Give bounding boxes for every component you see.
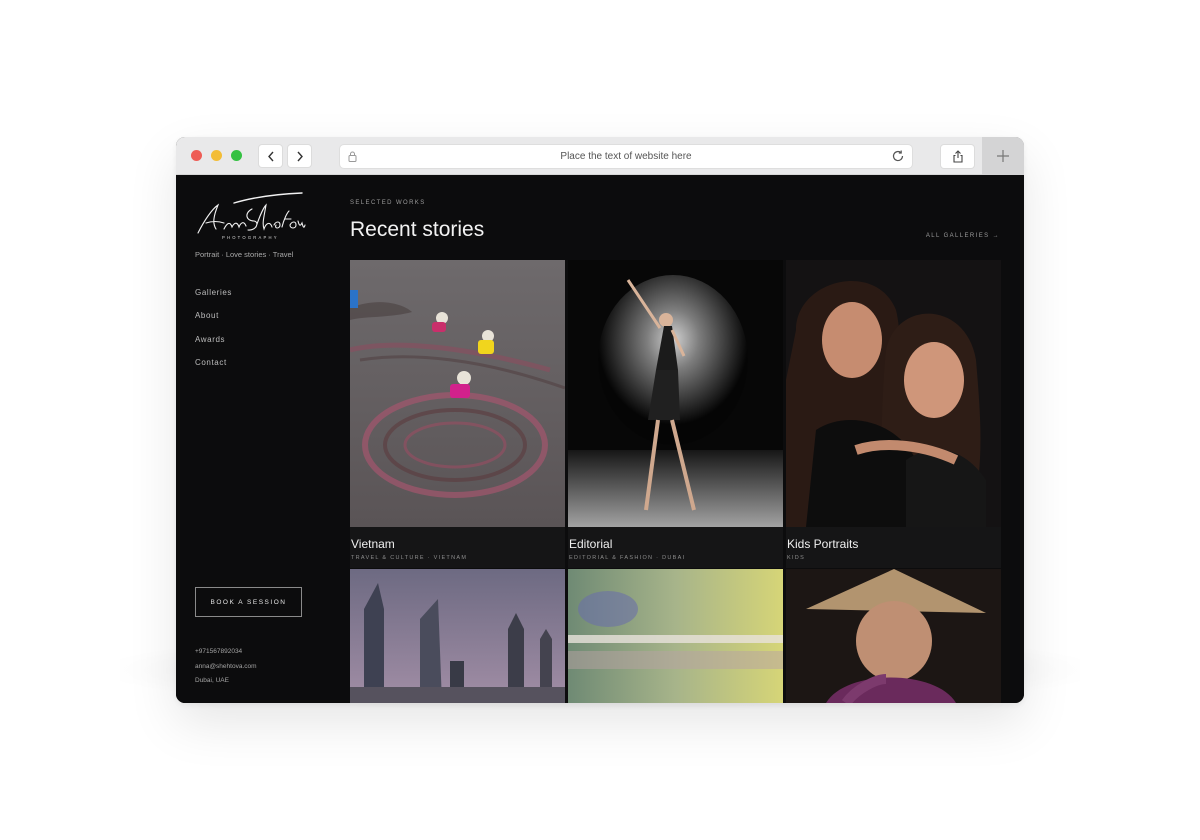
contact-location: Dubai, UAE xyxy=(195,677,229,684)
browser-window: Place the text of website here PHOTOGRAP… xyxy=(176,137,1024,703)
contact-email[interactable]: anna@shehtova.com xyxy=(195,660,257,675)
editorial-photo xyxy=(568,260,783,527)
minimize-window-button[interactable] xyxy=(211,150,222,161)
nav-item-galleries[interactable]: Galleries xyxy=(195,288,232,311)
card-subtitle: TRAVEL & CULTURE · VIETNAM xyxy=(351,555,468,561)
gallery-card-kids-portraits[interactable]: Kids Portraits KIDS xyxy=(786,260,1001,568)
logo-subtext: PHOTOGRAPHY xyxy=(222,235,279,240)
nav-item-awards[interactable]: Awards xyxy=(195,335,232,358)
back-button[interactable] xyxy=(259,145,282,167)
card-title: Vietnam xyxy=(351,537,395,551)
section-eyebrow: SELECTED WORKS xyxy=(350,200,426,206)
sidebar: PHOTOGRAPHY Portrait · Love stories · Tr… xyxy=(176,175,336,703)
gallery-card-motion[interactable] xyxy=(568,569,783,703)
tagline: Portrait · Love stories · Travel xyxy=(195,250,294,259)
close-window-button[interactable] xyxy=(191,150,202,161)
address-bar[interactable]: Place the text of website here xyxy=(340,145,912,168)
browser-toolbar: Place the text of website here xyxy=(176,137,1024,175)
skyline-photo xyxy=(350,569,565,703)
gallery-card-dubai-skyline[interactable] xyxy=(350,569,565,703)
chevron-right-icon xyxy=(296,151,303,161)
website-page: PHOTOGRAPHY Portrait · Love stories · Tr… xyxy=(176,175,1024,703)
new-tab-button[interactable] xyxy=(982,137,1024,175)
elder-portrait-photo xyxy=(786,569,1001,703)
nav-item-contact[interactable]: Contact xyxy=(195,358,232,381)
plus-icon xyxy=(997,150,1009,162)
chevron-left-icon xyxy=(267,151,274,161)
lock-icon xyxy=(348,151,357,162)
share-icon xyxy=(952,150,963,163)
main-nav: Galleries About Awards Contact xyxy=(195,288,232,382)
contact-info: +971567892034 anna@shehtova.com Dubai, U… xyxy=(195,645,257,689)
share-button[interactable] xyxy=(941,145,974,168)
main-content: SELECTED WORKS Recent stories ALL GALLER… xyxy=(350,175,1002,703)
reload-icon[interactable] xyxy=(891,149,905,163)
gallery-card-portrait-elder[interactable] xyxy=(786,569,1001,703)
address-text: Place the text of website here xyxy=(560,151,692,162)
contact-phone[interactable]: +971567892034 xyxy=(195,645,257,660)
page-title: Recent stories xyxy=(350,218,485,241)
gallery-card-editorial[interactable]: Editorial EDITORIAL & FASHION · DUBAI xyxy=(568,260,783,568)
book-session-button[interactable]: BOOK A SESSION xyxy=(195,587,302,617)
card-title: Editorial xyxy=(569,537,613,551)
motion-blur-photo xyxy=(568,569,783,703)
all-galleries-link[interactable]: ALL GALLERIES → xyxy=(926,233,1000,239)
forward-button[interactable] xyxy=(288,145,311,167)
card-title: Kids Portraits xyxy=(787,537,859,551)
maximize-window-button[interactable] xyxy=(231,150,242,161)
card-subtitle: KIDS xyxy=(787,555,806,561)
signature-logo[interactable]: PHOTOGRAPHY xyxy=(194,191,306,241)
card-subtitle: EDITORIAL & FASHION · DUBAI xyxy=(569,555,686,561)
vietnam-photo xyxy=(350,260,565,527)
kids-portraits-photo xyxy=(786,260,1001,527)
nav-item-about[interactable]: About xyxy=(195,311,232,334)
gallery-card-vietnam[interactable]: Vietnam TRAVEL & CULTURE · VIETNAM xyxy=(350,260,565,568)
